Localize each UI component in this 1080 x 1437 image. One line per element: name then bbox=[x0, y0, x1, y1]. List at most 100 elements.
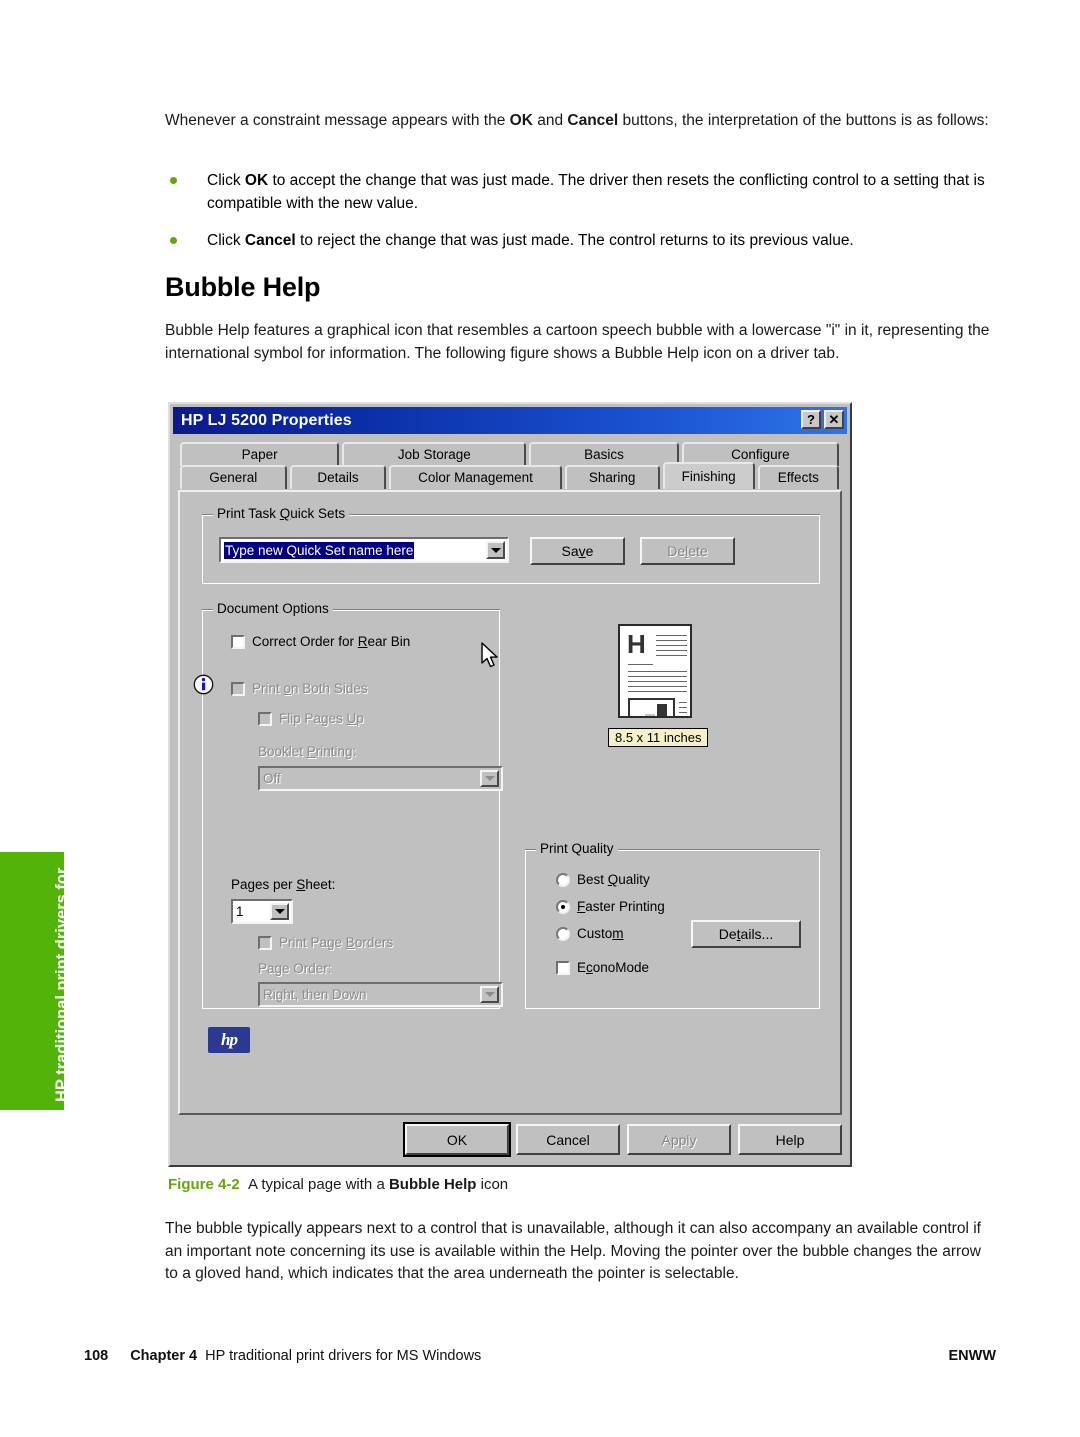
radio-best-quality[interactable]: Best Quality bbox=[556, 872, 650, 887]
footer-chapter-title: HP traditional print drivers for MS Wind… bbox=[205, 1348, 482, 1364]
booklet-printing-value: Off bbox=[263, 771, 281, 786]
page-title: Bubble Help bbox=[165, 272, 321, 302]
tab-strip: Paper Job Storage Basics Configure Gener… bbox=[180, 442, 842, 490]
radio-circle bbox=[556, 899, 570, 914]
titlebar-button-group: ? ✕ bbox=[801, 410, 844, 429]
paper-size-badge: 8.5 x 11 inches bbox=[608, 728, 709, 747]
pages-per-sheet-combobox[interactable]: 1 bbox=[231, 899, 293, 924]
apply-button[interactable]: Apply bbox=[627, 1124, 731, 1155]
document-page: Whenever a constraint message appears wi… bbox=[0, 0, 1080, 1437]
correct-order-rear-bin-checkbox[interactable]: Correct Order for Rear Bin bbox=[231, 634, 410, 649]
bullet-dot-icon bbox=[170, 237, 177, 244]
correct-order-rear-bin-label: Correct Order for Rear Bin bbox=[252, 634, 411, 649]
list-item-text: Click Cancel to reject the change that w… bbox=[207, 230, 995, 253]
list-item: Click Cancel to reject the change that w… bbox=[165, 230, 995, 253]
save-button[interactable]: Save bbox=[530, 537, 625, 565]
checkbox-box bbox=[231, 681, 245, 696]
bullet1-pre: Click bbox=[207, 172, 245, 189]
checkbox-box bbox=[231, 634, 245, 649]
radio-custom[interactable]: Custom bbox=[556, 926, 624, 941]
bullet-dot-icon bbox=[170, 177, 177, 184]
booklet-printing-combobox[interactable]: Off bbox=[258, 766, 503, 791]
print-on-both-sides-checkbox[interactable]: Print on Both Sides bbox=[231, 681, 368, 696]
close-icon[interactable]: ✕ bbox=[824, 410, 844, 429]
caption-pre: A typical page with a bbox=[248, 1176, 389, 1193]
footer-brand: ENWW bbox=[948, 1348, 996, 1364]
figure-number: Figure 4-2 bbox=[168, 1176, 240, 1193]
hp-logo: hp bbox=[208, 1027, 250, 1053]
details-button-label: Details... bbox=[718, 926, 774, 942]
closing-paragraph: The bubble typically appears next to a c… bbox=[165, 1220, 981, 1282]
dialog-title: HP LJ 5200 Properties bbox=[181, 411, 352, 429]
printer-properties-dialog: HP LJ 5200 Properties ? ✕ Paper Job Stor… bbox=[168, 402, 852, 1167]
dialog-titlebar[interactable]: HP LJ 5200 Properties ? ✕ bbox=[173, 407, 847, 434]
print-on-both-sides-label: Print on Both Sides bbox=[252, 681, 368, 696]
document-options-label: Document Options bbox=[213, 601, 333, 616]
print-task-quick-sets-group: Print Task Quick Sets Type new Quick Set… bbox=[202, 506, 820, 584]
intro-text-mid: and bbox=[532, 112, 568, 129]
intro-paragraph: Whenever a constraint message appears wi… bbox=[165, 110, 995, 133]
caption-bold: Bubble Help bbox=[388, 1176, 477, 1193]
print-page-borders-checkbox[interactable]: Print Page Borders bbox=[258, 935, 393, 950]
cancel-button[interactable]: Cancel bbox=[516, 1124, 620, 1155]
checkbox-box bbox=[556, 960, 570, 975]
radio-circle bbox=[556, 926, 570, 941]
tab-basics[interactable]: Basics bbox=[529, 442, 679, 466]
chapter-side-tab: HP traditional print drivers for MS Wind… bbox=[0, 852, 92, 1110]
chevron-down-icon[interactable] bbox=[270, 903, 289, 920]
tab-general[interactable]: General bbox=[180, 465, 287, 489]
qs-label-b: uick Sets bbox=[290, 506, 346, 521]
tab-effects[interactable]: Effects bbox=[757, 465, 839, 489]
delete-button[interactable]: Delete bbox=[640, 537, 735, 565]
bullet1-post: to accept the change that was just made.… bbox=[207, 172, 985, 212]
print-quality-details-button[interactable]: Details... bbox=[691, 920, 801, 948]
preview-chart-icon bbox=[628, 698, 675, 716]
intro-text-pre: Whenever a constraint message appears wi… bbox=[165, 112, 510, 129]
tab-job-storage[interactable]: Job Storage bbox=[342, 442, 527, 466]
section-paragraph: Bubble Help features a graphical icon th… bbox=[165, 322, 990, 362]
save-button-label: Save bbox=[561, 543, 594, 559]
econo-mode-checkbox[interactable]: EconoMode bbox=[556, 960, 649, 975]
radio-best-quality-label: Best Quality bbox=[577, 872, 650, 887]
tab-row-bottom: General Details Color Management Sharing… bbox=[180, 462, 842, 489]
flip-pages-up-checkbox[interactable]: Flip Pages Up bbox=[258, 711, 364, 726]
bullet2-bold: Cancel bbox=[244, 232, 296, 249]
footer-left: 108 Chapter 4 HP traditional print driver… bbox=[84, 1348, 481, 1364]
bubble-help-icon[interactable] bbox=[193, 674, 215, 695]
dialog-footer: OK Cancel Apply Help bbox=[178, 1120, 842, 1164]
chevron-down-icon[interactable] bbox=[480, 770, 499, 787]
radio-faster-printing-label: Faster Printing bbox=[577, 899, 665, 914]
page-order-label: Page Order: bbox=[258, 961, 332, 976]
tab-sharing[interactable]: Sharing bbox=[564, 465, 660, 489]
tab-paper[interactable]: Paper bbox=[180, 442, 340, 466]
mouse-cursor-icon bbox=[480, 642, 502, 668]
chevron-down-icon[interactable] bbox=[480, 986, 499, 1003]
document-options-group: Document Options Correct Order for Rear … bbox=[202, 601, 503, 1009]
tab-panel-finishing: Print Task Quick Sets Type new Quick Set… bbox=[178, 490, 842, 1115]
footer-page-number: 108 bbox=[84, 1348, 109, 1364]
ok-button[interactable]: OK bbox=[403, 1122, 511, 1157]
help-button[interactable]: Help bbox=[738, 1124, 842, 1155]
tab-finishing[interactable]: Finishing bbox=[662, 462, 755, 489]
quick-set-combobox[interactable]: Type new Quick Set name here bbox=[219, 537, 509, 563]
tab-color-management[interactable]: Color Management bbox=[389, 465, 562, 489]
intro-bold-ok: OK bbox=[509, 112, 533, 129]
page-order-combobox[interactable]: Right, then Down bbox=[258, 982, 503, 1007]
chevron-down-icon[interactable] bbox=[486, 541, 505, 559]
radio-custom-label: Custom bbox=[577, 926, 624, 941]
chapter-side-tab-label: HP traditional print drivers for MS Wind… bbox=[53, 867, 92, 1102]
radio-faster-printing[interactable]: Faster Printing bbox=[556, 899, 665, 914]
print-task-quick-sets-label: Print Task Quick Sets bbox=[213, 506, 350, 521]
preview-letter: H bbox=[627, 629, 646, 659]
print-quality-label: Print Quality bbox=[536, 841, 618, 856]
tab-details[interactable]: Details bbox=[289, 465, 387, 489]
help-icon[interactable]: ? bbox=[801, 410, 821, 429]
page-preview: H bbox=[618, 624, 692, 718]
qs-label-mnemonic: Q bbox=[279, 506, 291, 521]
bullet2-pre: Click bbox=[207, 232, 245, 249]
print-quality-group: Print Quality Best Quality Faster Printi… bbox=[525, 841, 820, 1009]
page-footer: 108 Chapter 4 HP traditional print driver… bbox=[84, 1348, 996, 1364]
quick-set-value: Type new Quick Set name here bbox=[224, 541, 415, 559]
intro-bold-cancel: Cancel bbox=[567, 112, 619, 129]
print-page-borders-label: Print Page Borders bbox=[279, 935, 394, 950]
